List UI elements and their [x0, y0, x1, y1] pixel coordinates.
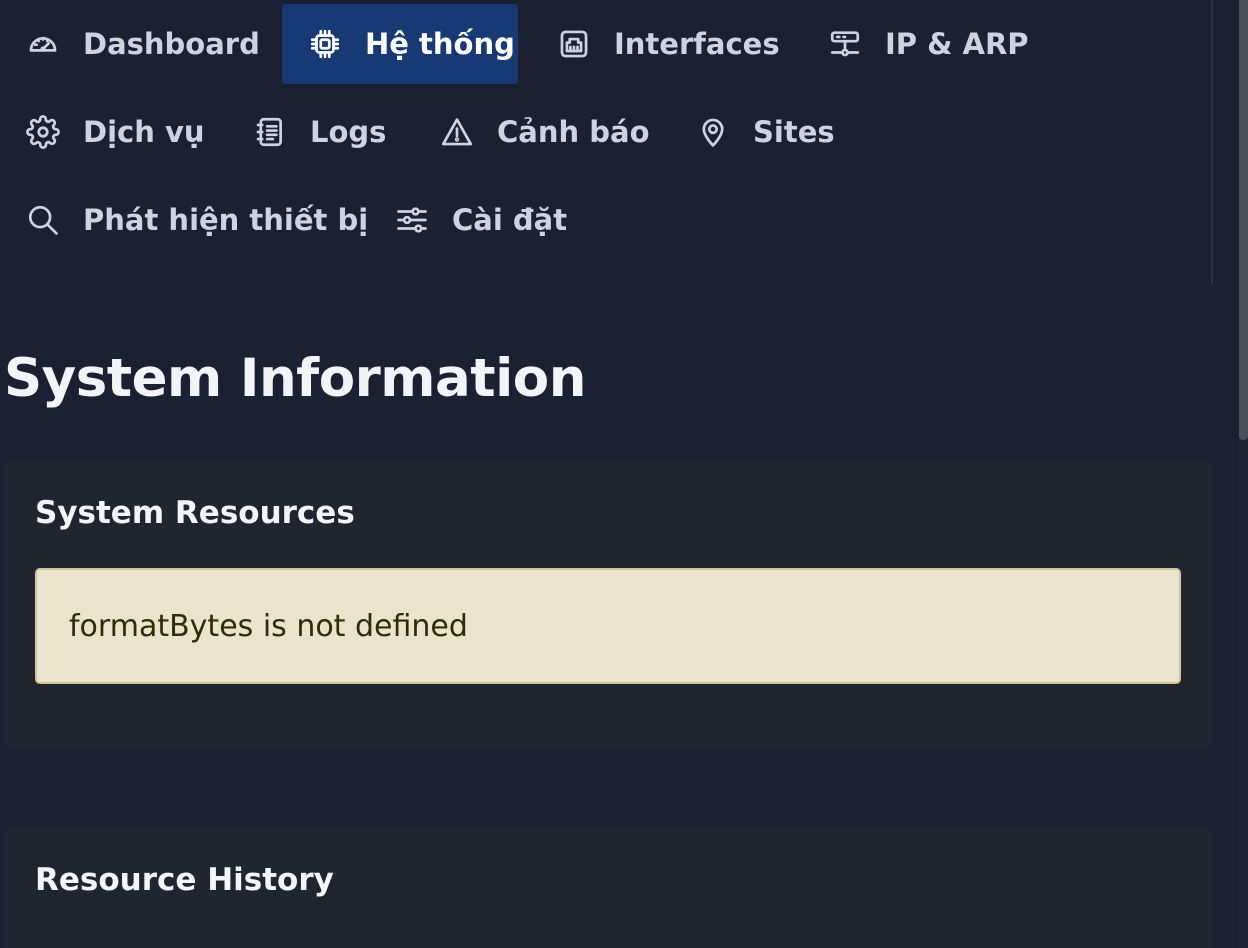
- nav-label: Dashboard: [83, 27, 260, 61]
- nav-item-canh-bao[interactable]: Cảnh báo: [414, 92, 674, 172]
- scrollbar-thumb[interactable]: [1239, 0, 1248, 440]
- card-title: Resource History: [35, 862, 334, 898]
- nav-item-cai-dat[interactable]: Cài đặt: [369, 180, 591, 260]
- warning-icon: [440, 115, 474, 149]
- system-resources-card: System Resources formatBytes is not defi…: [4, 462, 1212, 748]
- nav-label: Dịch vụ: [83, 115, 205, 149]
- resource-history-card: Resource History: [4, 828, 1212, 948]
- speedometer-icon: [26, 27, 60, 61]
- page-title: System Information: [4, 348, 586, 409]
- ethernet-icon: [557, 27, 591, 61]
- nav-label: Interfaces: [614, 27, 780, 61]
- page: Dashboard Hệ thống Interfaces IP & ARP D: [0, 0, 1248, 948]
- main-navigation: Dashboard Hệ thống Interfaces IP & ARP D: [0, 0, 1210, 282]
- nav-label: Phát hiện thiết bị: [83, 203, 369, 237]
- nav-label: Cài đặt: [452, 203, 568, 237]
- search-icon: [26, 203, 60, 237]
- nav-item-he-thong[interactable]: Hệ thống: [282, 4, 518, 84]
- nav-item-sites[interactable]: Sites: [670, 92, 859, 172]
- nav-label: Sites: [753, 115, 835, 149]
- nav-item-phat-hien-thiet-bi[interactable]: Phát hiện thiết bị: [0, 180, 392, 260]
- nav-label: Hệ thống: [365, 27, 515, 61]
- nav-item-dashboard[interactable]: Dashboard: [0, 4, 284, 84]
- sliders-icon: [395, 203, 429, 237]
- nav-label: Cảnh báo: [497, 115, 650, 149]
- nav-item-dich-vu[interactable]: Dịch vụ: [0, 92, 229, 172]
- card-title: System Resources: [35, 495, 355, 531]
- nav-item-ip-arp[interactable]: IP & ARP: [802, 4, 1053, 84]
- scrollbar-track[interactable]: [1239, 0, 1248, 948]
- nav-divider: [1211, 0, 1213, 284]
- gear-icon: [26, 115, 60, 149]
- nav-label: IP & ARP: [885, 27, 1029, 61]
- journal-icon: [253, 115, 287, 149]
- nav-label: Logs: [310, 115, 387, 149]
- nav-item-logs[interactable]: Logs: [227, 92, 410, 172]
- error-message: formatBytes is not defined: [69, 608, 468, 644]
- cpu-icon: [308, 27, 342, 61]
- network-icon: [828, 27, 862, 61]
- error-alert: formatBytes is not defined: [35, 568, 1181, 684]
- nav-item-interfaces[interactable]: Interfaces: [531, 4, 804, 84]
- map-pin-icon: [696, 115, 730, 149]
